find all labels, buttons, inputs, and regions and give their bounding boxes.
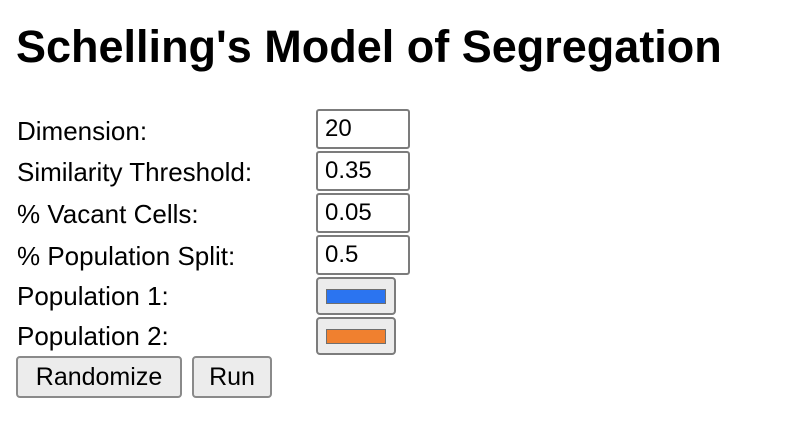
population2-color-swatch — [326, 328, 386, 344]
page-title: Schelling's Model of Segregation — [16, 21, 722, 72]
similarity-threshold-label: Similarity Threshold: — [17, 157, 253, 187]
similarity-threshold-input[interactable] — [316, 151, 410, 191]
randomize-button[interactable]: Randomize — [16, 356, 182, 398]
similarity-threshold-row: Similarity Threshold: — [17, 151, 437, 191]
dimension-row: Dimension: — [17, 109, 437, 149]
population1-row: Population 1: — [17, 277, 437, 317]
run-button[interactable]: Run — [192, 356, 272, 398]
population1-label: Population 1: — [17, 281, 169, 311]
population-split-row: % Population Split: — [17, 235, 437, 275]
vacant-cells-label: % Vacant Cells: — [17, 199, 199, 229]
dimension-input[interactable] — [316, 109, 410, 149]
population2-label: Population 2: — [17, 321, 169, 351]
population-split-input[interactable] — [316, 235, 410, 275]
population1-color-picker[interactable] — [316, 277, 396, 315]
dimension-label: Dimension: — [17, 116, 148, 146]
vacant-cells-row: % Vacant Cells: — [17, 193, 437, 233]
population2-color-picker[interactable] — [316, 317, 396, 355]
population-split-label: % Population Split: — [17, 241, 236, 271]
vacant-cells-input[interactable] — [316, 193, 410, 233]
population1-color-swatch — [326, 288, 386, 304]
population2-row: Population 2: — [17, 317, 437, 357]
